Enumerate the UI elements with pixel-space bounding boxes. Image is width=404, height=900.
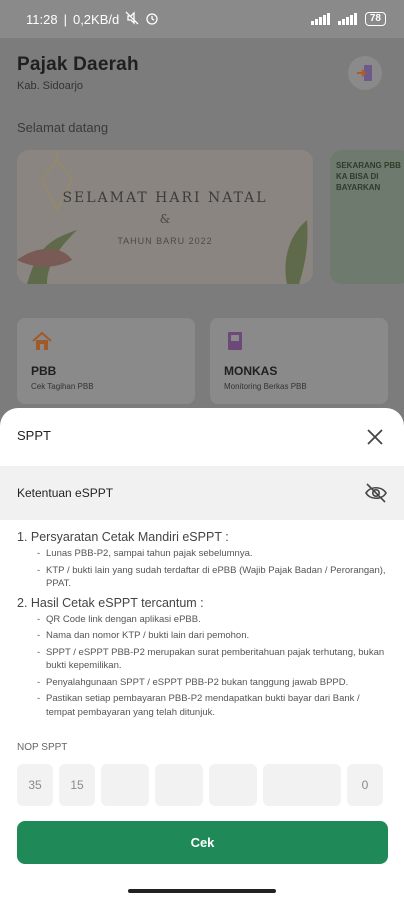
signal-icon-2 (337, 13, 357, 25)
menu-label-monkas: MONKAS (224, 364, 278, 378)
close-icon (367, 429, 383, 445)
status-separator: | (63, 11, 67, 27)
close-button[interactable] (364, 426, 386, 448)
banner-payment-text: SEKARANG PBB KA BISA DI BAYARKAN (336, 161, 401, 192)
nop-field-province[interactable]: 35 (17, 764, 53, 806)
menu-card-monkas[interactable]: MONKAS Monitoring Berkas PBB (210, 318, 388, 404)
nop-field-number[interactable] (263, 764, 341, 806)
app-background: Pajak Daerah Kab. Sidoarjo Selamat datan… (0, 38, 404, 458)
term-item: Nama dan nomor KTP / bukti lain dari pem… (37, 629, 389, 643)
term-section-title: 2. Hasil Cetak eSPPT tercantum : (17, 595, 204, 610)
nop-field-regency[interactable]: 15 (59, 764, 95, 806)
alarm-icon (145, 11, 159, 28)
term-section-title: 1. Persyaratan Cetak Mandiri eSPPT : (17, 530, 229, 544)
sheet-title: SPPT (17, 428, 51, 443)
region-subtitle: Kab. Sidoarjo (17, 80, 84, 92)
status-bar: 11:28 | 0,2KB/d 78 (0, 0, 404, 38)
signal-icon (310, 13, 330, 25)
page-title: Pajak Daerah (17, 54, 139, 75)
terms-section-label: Ketentuan eSPPT (17, 486, 114, 500)
nop-field-block[interactable] (209, 764, 257, 806)
toggle-visibility-button[interactable] (364, 482, 388, 504)
menu-label-pbb: PBB (31, 364, 57, 378)
terms-content: 1. Persyaratan Cetak Mandiri eSPPT : Lun… (17, 530, 389, 724)
term-list: QR Code link dengan aplikasi ePBB. Nama … (37, 613, 389, 720)
logout-icon (357, 65, 372, 81)
book-icon (228, 332, 242, 350)
term-item: QR Code link dengan aplikasi ePBB. (37, 613, 389, 627)
menu-card-pbb[interactable]: PBB Cek Tagihan PBB (17, 318, 195, 404)
banner-ampersand: & (159, 212, 171, 226)
banner-payment[interactable]: SEKARANG PBB KA BISA DI BAYARKAN (330, 150, 404, 284)
term-item: Pastikan setiap pembayaran PBB-P2 mendap… (37, 692, 389, 719)
banner-title: SELAMAT HARI NATAL (62, 190, 268, 206)
menu-desc-monkas: Monitoring Berkas PBB (224, 382, 307, 391)
home-indicator[interactable] (128, 889, 276, 893)
sheet-header: SPPT (0, 408, 404, 464)
nop-input-row: 35 15 0 (17, 764, 385, 806)
banner-christmas[interactable]: SELAMAT HARI NATAL & TAHUN BARU 2022 (17, 150, 313, 284)
welcome-text: Selamat datang (17, 120, 109, 135)
term-item: SPPT / eSPPT PBB-P2 merupakan surat pemb… (37, 646, 389, 673)
status-time: 11:28 (26, 11, 58, 27)
sppt-bottom-sheet: SPPT Ketentuan eSPPT 1. Persyaratan Ceta… (0, 408, 404, 900)
nop-field-village[interactable] (155, 764, 203, 806)
term-item: Penyalahgunaan SPPT / eSPPT PBB-P2 bukan… (37, 676, 389, 690)
term-item: Lunas PBB-P2, sampai tahun pajak sebelum… (37, 547, 389, 561)
nop-label: NOP SPPT (17, 742, 68, 753)
mute-icon (125, 10, 139, 28)
home-icon (32, 331, 52, 350)
nop-field-district[interactable] (101, 764, 149, 806)
menu-desc-pbb: Cek Tagihan PBB (31, 382, 94, 391)
banner-subtitle: TAHUN BARU 2022 (117, 236, 213, 246)
eye-off-icon (365, 483, 387, 503)
logout-button[interactable] (348, 56, 382, 90)
term-list: Lunas PBB-P2, sampai tahun pajak sebelum… (37, 547, 389, 591)
battery-indicator: 78 (364, 12, 386, 26)
nop-field-code[interactable]: 0 (347, 764, 383, 806)
terms-toggle-bar[interactable]: Ketentuan eSPPT (0, 466, 404, 520)
status-network-speed: 0,2KB/d (72, 11, 120, 27)
term-item: KTP / bukti lain yang sudah terdaftar di… (37, 564, 389, 591)
cek-button[interactable]: Cek (17, 821, 388, 864)
